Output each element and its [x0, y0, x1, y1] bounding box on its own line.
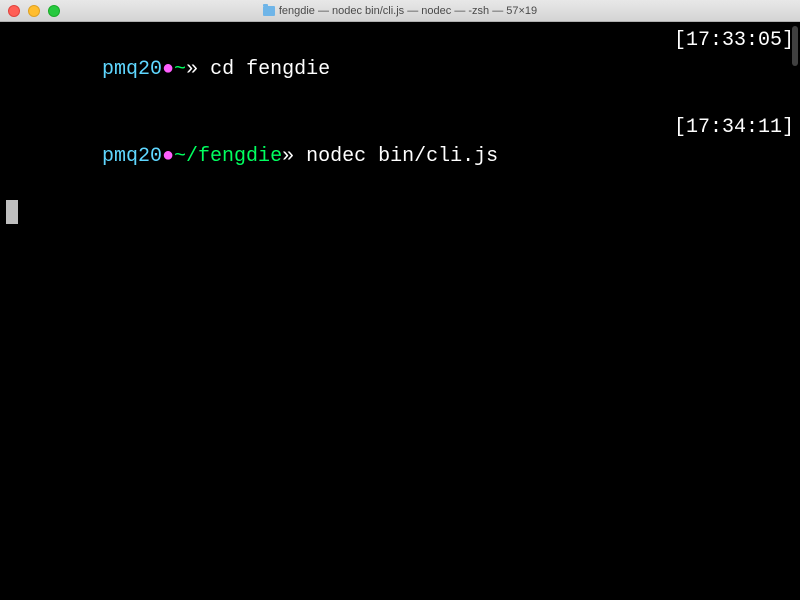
- timestamp: [17:33:05]: [674, 26, 794, 113]
- terminal-line: pmq20●~/fengdie» nodec bin/cli.js [17:34…: [6, 113, 794, 200]
- folder-icon: [263, 6, 275, 16]
- prompt-dot: ●: [162, 145, 174, 168]
- scrollbar-thumb[interactable]: [792, 26, 798, 66]
- command-text: nodec bin/cli.js: [306, 145, 498, 168]
- maximize-button[interactable]: [48, 5, 60, 17]
- prompt-user: pmq20: [102, 58, 162, 81]
- prompt-path: ~/fengdie: [174, 145, 282, 168]
- prompt-arrow: »: [282, 145, 306, 168]
- prompt-user: pmq20: [102, 145, 162, 168]
- prompt-path: ~: [174, 58, 186, 81]
- timestamp: [17:34:11]: [674, 113, 794, 200]
- terminal-window: fengdie — nodec bin/cli.js — nodec — -zs…: [0, 0, 800, 600]
- traffic-lights: [8, 5, 60, 17]
- window-title-text: fengdie — nodec bin/cli.js — nodec — -zs…: [279, 5, 537, 17]
- terminal-line: [6, 200, 794, 224]
- close-button[interactable]: [8, 5, 20, 17]
- command-text: cd fengdie: [210, 58, 330, 81]
- prompt-arrow: »: [186, 58, 210, 81]
- minimize-button[interactable]: [28, 5, 40, 17]
- prompt-dot: ●: [162, 58, 174, 81]
- window-title: fengdie — nodec bin/cli.js — nodec — -zs…: [0, 5, 800, 17]
- terminal-body[interactable]: pmq20●~» cd fengdie [17:33:05] pmq20●~/f…: [0, 22, 800, 600]
- terminal-line: pmq20●~» cd fengdie [17:33:05]: [6, 26, 794, 113]
- cursor: [6, 200, 18, 224]
- titlebar[interactable]: fengdie — nodec bin/cli.js — nodec — -zs…: [0, 0, 800, 22]
